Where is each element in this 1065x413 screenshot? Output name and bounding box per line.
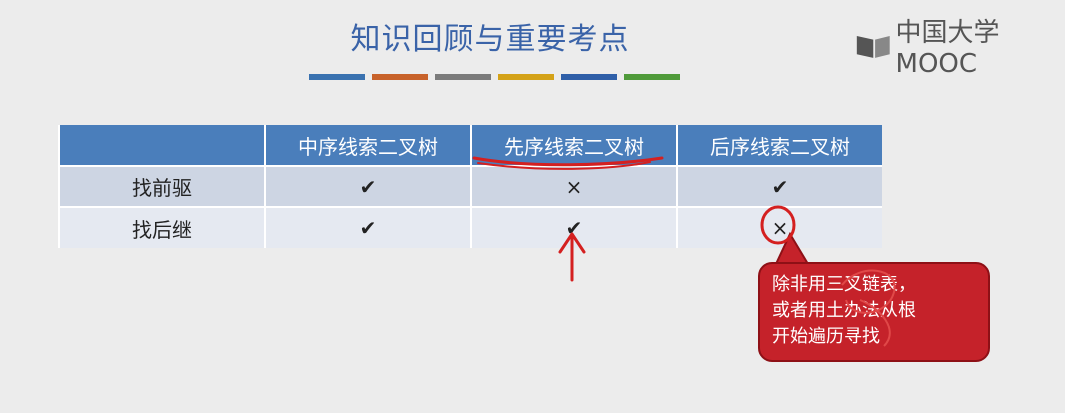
slide: 知识回顾与重要考点 中国大学MOOC 中序线索二叉树 先序线索二叉树 后序线索二…	[0, 0, 1065, 413]
mooc-logo: 中国大学MOOC	[855, 12, 1065, 79]
table-row-successor: 找后继 ✔ ✔ ×	[58, 206, 882, 248]
row-label-predecessor: 找前驱	[58, 165, 265, 207]
cross-icon: ×	[470, 165, 677, 207]
callout-line-1: 除非用三叉链表，	[772, 274, 916, 295]
row-label-successor: 找后继	[58, 206, 265, 248]
page-title: 知识回顾与重要考点	[350, 22, 630, 57]
callout-line-2: 或者用土办法从根	[772, 300, 916, 321]
callout-box: 除非用三叉链表， 或者用土办法从根 开始遍历寻找	[758, 262, 990, 362]
table-header-row: 中序线索二叉树 先序线索二叉树 后序线索二叉树	[58, 125, 882, 166]
header-preorder: 先序线索二叉树	[470, 125, 677, 166]
stripe-5	[561, 74, 617, 80]
stripe-6	[624, 74, 680, 80]
check-icon: ✔	[470, 206, 677, 248]
comparison-table: 中序线索二叉树 先序线索二叉树 后序线索二叉树 找前驱 ✔ × ✔ 找后继 ✔ …	[58, 125, 882, 248]
stripe-1	[309, 74, 365, 80]
book-logo-icon	[856, 35, 890, 58]
logo-text: 中国大学MOOC	[895, 18, 1000, 79]
check-icon: ✔	[264, 165, 471, 207]
table-row-predecessor: 找前驱 ✔ × ✔	[58, 165, 882, 207]
stripe-2	[372, 74, 428, 80]
header-postorder: 后序线索二叉树	[676, 125, 882, 166]
callout-line-3: 开始遍历寻找	[772, 326, 880, 347]
header-cell-empty	[58, 125, 265, 166]
check-icon: ✔	[676, 165, 882, 207]
check-icon: ✔	[264, 206, 471, 248]
stripe-4	[498, 74, 554, 80]
stripe-3	[435, 74, 491, 80]
title-underline-stripes	[309, 74, 687, 80]
header-inorder: 中序线索二叉树	[264, 125, 471, 166]
